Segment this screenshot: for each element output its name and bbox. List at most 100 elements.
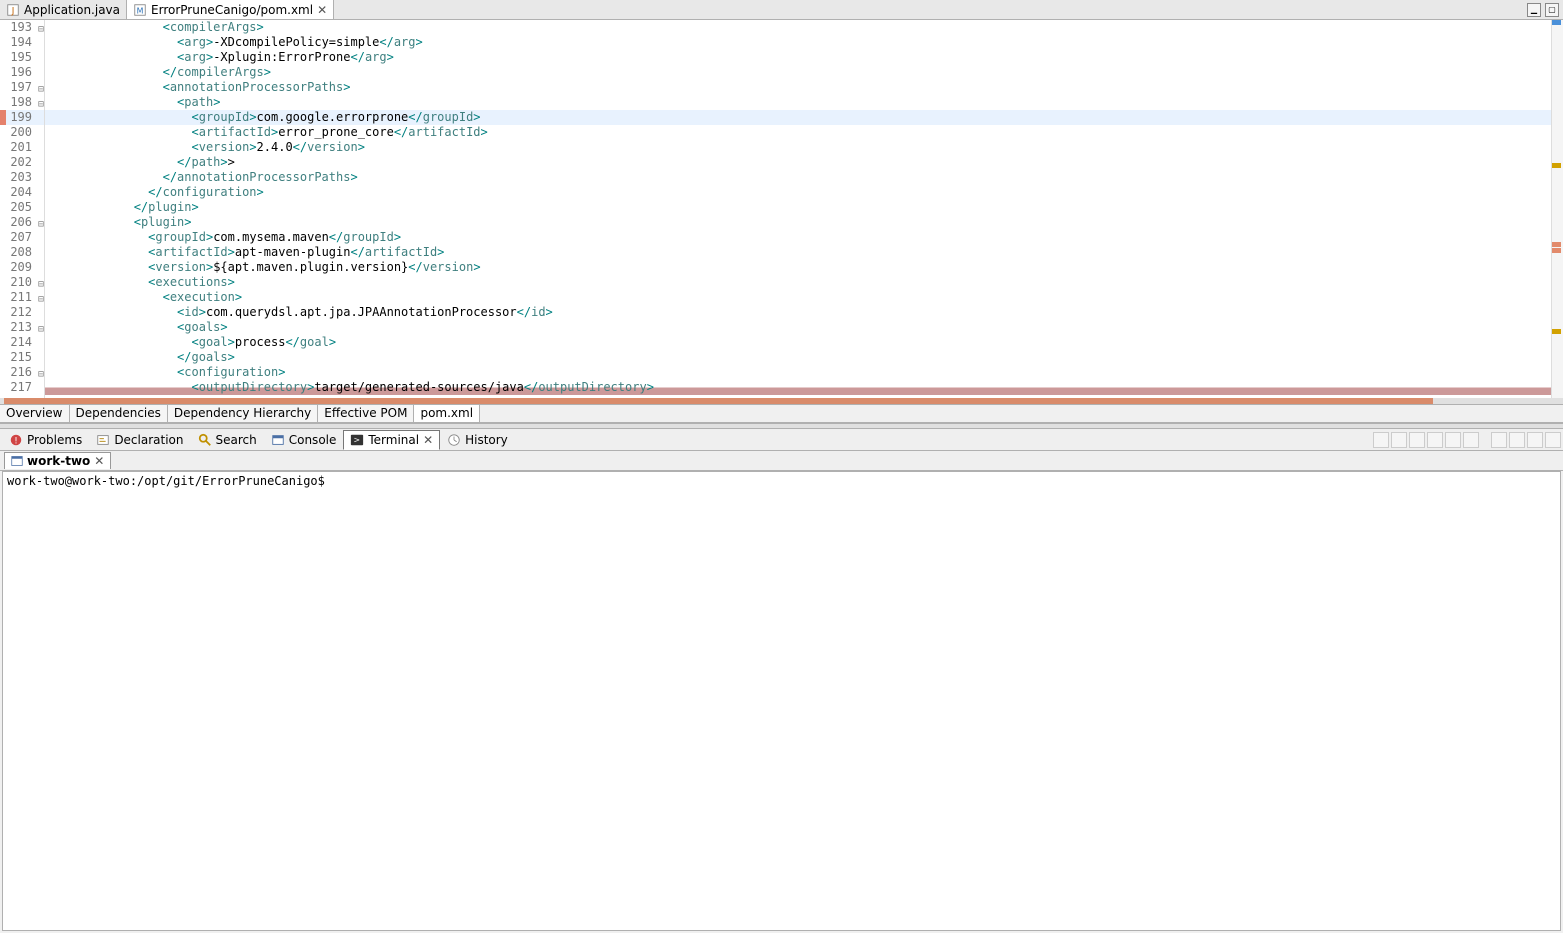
editor-tab-label: ErrorPruneCanigo/pom.xml (151, 3, 313, 17)
code-line[interactable]: </path>> (45, 155, 1551, 170)
terminal-icon: > (350, 433, 364, 447)
terminal-body[interactable]: work-two@work-two:/opt/git/ErrorPruneCan… (2, 471, 1561, 931)
toolbar-button[interactable] (1463, 432, 1479, 448)
toolbar-button[interactable] (1373, 432, 1389, 448)
fold-toggle-icon[interactable]: ⊟ (34, 292, 44, 302)
line-number: 199 (0, 110, 44, 125)
terminal-tab-label: work-two (27, 454, 90, 468)
view-tab-problems[interactable]: ! Problems (2, 430, 89, 450)
code-area[interactable]: <compilerArgs> <arg>-XDcompilePolicy=sim… (45, 20, 1551, 398)
pom-tab-effective-pom[interactable]: Effective POM (318, 405, 414, 422)
svg-text:M: M (137, 6, 144, 15)
overview-marker[interactable] (1552, 20, 1561, 25)
line-number: 202 (0, 155, 44, 170)
code-line[interactable]: </compilerArgs> (45, 65, 1551, 80)
toolbar-button[interactable] (1445, 432, 1461, 448)
close-icon[interactable]: ✕ (423, 435, 433, 445)
editor-tab-pom-xml[interactable]: M ErrorPruneCanigo/pom.xml ✕ (127, 0, 334, 19)
line-number: 197⊟ (0, 80, 44, 95)
history-icon (447, 433, 461, 447)
code-line[interactable]: <arg>-Xplugin:ErrorProne</arg> (45, 50, 1551, 65)
line-number: 205 (0, 200, 44, 215)
code-line[interactable]: <outputDirectory>target/generated-source… (45, 380, 1551, 395)
terminal-tab[interactable]: work-two ✕ (4, 452, 111, 469)
code-line[interactable]: </plugin> (45, 200, 1551, 215)
terminal-icon (11, 455, 23, 467)
toolbar-button[interactable] (1391, 432, 1407, 448)
line-number: 208 (0, 245, 44, 260)
fold-toggle-icon[interactable]: ⊟ (34, 322, 44, 332)
pom-tab-dependencies[interactable]: Dependencies (70, 405, 168, 422)
maximize-view-icon[interactable]: ▢ (1545, 3, 1559, 17)
fold-toggle-icon[interactable]: ⊟ (34, 82, 44, 92)
fold-toggle-icon[interactable]: ⊟ (34, 217, 44, 227)
minimize-view-icon[interactable]: ▁ (1527, 3, 1541, 17)
maximize-view-icon[interactable] (1545, 432, 1561, 448)
fold-toggle-icon[interactable]: ⊟ (34, 97, 44, 107)
code-line[interactable]: <compilerArgs> (45, 20, 1551, 35)
toolbar-button[interactable] (1509, 432, 1525, 448)
line-number: 203 (0, 170, 44, 185)
svg-text:J: J (11, 6, 15, 16)
line-number-gutter[interactable]: 193⊟194195196197⊟198⊟1992002012022032042… (0, 20, 45, 398)
toolbar-button[interactable] (1491, 432, 1507, 448)
pom-tab-source[interactable]: pom.xml (414, 405, 480, 422)
fold-toggle-icon[interactable]: ⊟ (34, 367, 44, 377)
code-line[interactable]: <groupId>com.mysema.maven</groupId> (45, 230, 1551, 245)
code-line[interactable]: <plugin> (45, 215, 1551, 230)
editor-horizontal-scrollbar[interactable] (0, 398, 1563, 404)
overview-marker[interactable] (1552, 248, 1561, 253)
line-number: 211⊟ (0, 290, 44, 305)
code-line[interactable]: <artifactId>apt-maven-plugin</artifactId… (45, 245, 1551, 260)
code-line[interactable]: <goal>process</goal> (45, 335, 1551, 350)
line-number: 217 (0, 380, 44, 395)
editor-tab-application-java[interactable]: J Application.java (0, 0, 127, 19)
code-line[interactable]: <arg>-XDcompilePolicy=simple</arg> (45, 35, 1551, 50)
view-tab-declaration[interactable]: Declaration (89, 430, 190, 450)
line-number: 212 (0, 305, 44, 320)
pom-tab-dependency-hierarchy[interactable]: Dependency Hierarchy (168, 405, 318, 422)
fold-toggle-icon[interactable]: ⊟ (34, 22, 44, 32)
line-number: 207 (0, 230, 44, 245)
code-line[interactable]: <goals> (45, 320, 1551, 335)
code-line[interactable]: <artifactId>error_prone_core</artifactId… (45, 125, 1551, 140)
terminal-prompt: work-two@work-two:/opt/git/ErrorPruneCan… (7, 474, 325, 488)
line-number: 215 (0, 350, 44, 365)
close-icon[interactable]: ✕ (94, 456, 104, 466)
close-icon[interactable]: ✕ (317, 5, 327, 15)
editor-tab-label: Application.java (24, 3, 120, 17)
view-tab-console[interactable]: Console (264, 430, 344, 450)
overview-marker[interactable] (1552, 329, 1561, 334)
view-tab-label: Declaration (114, 433, 183, 447)
line-number: 209 (0, 260, 44, 275)
fold-toggle-icon[interactable]: ⊟ (34, 277, 44, 287)
view-tab-label: Problems (27, 433, 82, 447)
view-tab-history[interactable]: History (440, 430, 515, 450)
code-line[interactable]: <groupId>com.google.errorprone</groupId> (45, 110, 1551, 125)
overview-ruler[interactable] (1551, 20, 1563, 398)
view-tab-terminal[interactable]: > Terminal ✕ (343, 430, 440, 450)
code-line[interactable]: <annotationProcessorPaths> (45, 80, 1551, 95)
minimize-view-icon[interactable] (1527, 432, 1543, 448)
pom-tab-overview[interactable]: Overview (0, 405, 70, 422)
overview-marker[interactable] (1552, 242, 1561, 247)
svg-text:>: > (354, 435, 361, 444)
code-line[interactable]: </annotationProcessorPaths> (45, 170, 1551, 185)
java-file-icon: J (6, 3, 20, 17)
code-line[interactable]: <executions> (45, 275, 1551, 290)
code-line[interactable]: <version>${apt.maven.plugin.version}</ve… (45, 260, 1551, 275)
code-line[interactable]: <version>2.4.0</version> (45, 140, 1551, 155)
line-number: 194 (0, 35, 44, 50)
toolbar-button[interactable] (1427, 432, 1443, 448)
view-tab-label: History (465, 433, 508, 447)
code-line[interactable]: <configuration> (45, 365, 1551, 380)
code-line[interactable]: <id>com.querydsl.apt.jpa.JPAAnnotationPr… (45, 305, 1551, 320)
view-tab-search[interactable]: Search (191, 430, 264, 450)
toolbar-button[interactable] (1409, 432, 1425, 448)
overview-marker[interactable] (1552, 163, 1561, 168)
scrollbar-thumb[interactable] (4, 398, 1433, 404)
code-line[interactable]: </configuration> (45, 185, 1551, 200)
code-line[interactable]: </goals> (45, 350, 1551, 365)
code-line[interactable]: <execution> (45, 290, 1551, 305)
code-line[interactable]: <path> (45, 95, 1551, 110)
